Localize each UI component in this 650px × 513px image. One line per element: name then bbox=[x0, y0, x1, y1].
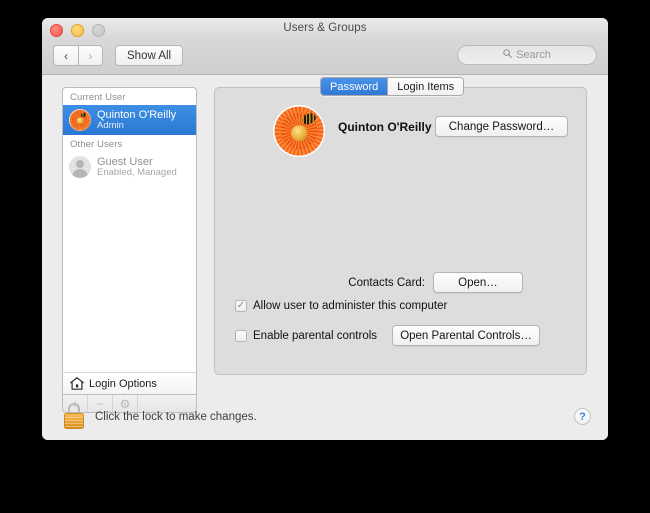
allow-admin-checkbox[interactable]: ✓ bbox=[235, 300, 247, 312]
flower-avatar-icon bbox=[273, 105, 325, 157]
lock-closed-icon[interactable] bbox=[63, 403, 85, 429]
account-panel: Quinton O'Reilly Change Password… Contac… bbox=[214, 87, 587, 375]
lock-hint-text: Click the lock to make changes. bbox=[95, 411, 257, 423]
account-avatar[interactable] bbox=[273, 105, 325, 157]
flower-avatar-icon bbox=[69, 109, 91, 131]
users-sidebar: Current User Quinton O'Reilly Admin Othe… bbox=[62, 87, 197, 372]
avatar-quinton-oreilly bbox=[69, 109, 91, 131]
window-titlebar: Users & Groups bbox=[42, 18, 608, 40]
screenshot-root: Users & Groups ‹ › Show All Search Curre… bbox=[0, 0, 650, 513]
window-body: Current User Quinton O'Reilly Admin Othe… bbox=[42, 75, 608, 440]
parental-controls-row: Enable parental controls Open Parental C… bbox=[235, 325, 541, 346]
help-button[interactable]: ? bbox=[574, 408, 591, 425]
tab-login-items[interactable]: Login Items bbox=[387, 78, 464, 95]
login-options-button[interactable]: Login Options bbox=[62, 372, 197, 394]
login-options-label: Login Options bbox=[89, 377, 157, 390]
show-all-button[interactable]: Show All bbox=[115, 45, 184, 66]
sidebar-item-role: Admin bbox=[97, 119, 124, 131]
search-placeholder: Search bbox=[516, 49, 551, 61]
window-toolbar: ‹ › Show All Search bbox=[42, 40, 608, 75]
window-title: Users & Groups bbox=[283, 22, 367, 34]
tab-password[interactable]: Password bbox=[321, 78, 388, 95]
contacts-card-label: Contacts Card: bbox=[348, 276, 425, 289]
sidebar-item-text: Guest User Enabled, Managed bbox=[97, 156, 177, 179]
avatar-guest-user bbox=[69, 156, 91, 178]
forward-button: › bbox=[78, 45, 103, 66]
account-name: Quinton O'Reilly bbox=[338, 120, 432, 134]
system-preferences-window: Users & Groups ‹ › Show All Search Curre… bbox=[42, 18, 608, 440]
navigation-button-group: ‹ › bbox=[53, 45, 103, 66]
back-button[interactable]: ‹ bbox=[53, 45, 78, 66]
sidebar-item-quinton-oreilly[interactable]: Quinton O'Reilly Admin bbox=[63, 105, 196, 135]
lock-bar: Click the lock to make changes. ? bbox=[42, 397, 608, 440]
sidebar-item-label: Guest User bbox=[97, 155, 153, 168]
sidebar-group-header-current-user: Current User bbox=[70, 92, 126, 103]
allow-admin-label: Allow user to administer this computer bbox=[253, 300, 448, 312]
home-icon bbox=[70, 377, 84, 390]
search-input[interactable]: Search bbox=[457, 45, 597, 65]
sidebar-item-label: Quinton O'Reilly bbox=[97, 108, 177, 121]
person-icon bbox=[76, 159, 84, 168]
sidebar-item-guest-user[interactable]: Guest User Enabled, Managed bbox=[63, 152, 196, 182]
tab-bar: Password Login Items bbox=[320, 77, 465, 96]
contacts-card-row: Contacts Card: Open… bbox=[215, 272, 586, 293]
enable-parental-controls-label: Enable parental controls bbox=[253, 329, 378, 342]
sidebar-item-role: Enabled, Managed bbox=[97, 166, 177, 178]
change-password-button[interactable]: Change Password… bbox=[435, 116, 568, 137]
open-contacts-card-button[interactable]: Open… bbox=[433, 272, 523, 293]
enable-parental-controls-checkbox[interactable] bbox=[235, 329, 247, 342]
open-parental-controls-button[interactable]: Open Parental Controls… bbox=[392, 325, 541, 346]
search-icon bbox=[503, 49, 512, 61]
allow-admin-row: ✓ Allow user to administer this computer bbox=[235, 300, 447, 312]
sidebar-group-header-other-users: Other Users bbox=[70, 139, 123, 150]
sidebar-item-text: Quinton O'Reilly Admin bbox=[97, 109, 176, 132]
